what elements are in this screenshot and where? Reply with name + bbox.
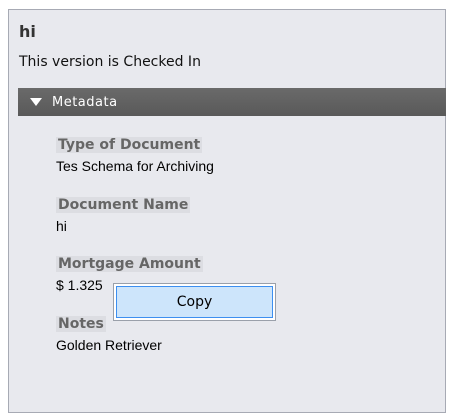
field-document-name: Document Name hi (56, 194, 191, 234)
field-label: Type of Document (56, 137, 203, 153)
field-label: Mortgage Amount (56, 256, 203, 272)
version-status: This version is Checked In (19, 54, 201, 70)
metadata-section-label: Metadata (52, 94, 118, 110)
field-type-of-document: Type of Document Tes Schema for Archivin… (56, 134, 214, 174)
metadata-section-header[interactable]: Metadata (18, 88, 446, 116)
field-value: Tes Schema for Archiving (56, 158, 214, 174)
expand-triangle-icon[interactable] (30, 98, 42, 106)
field-value: Golden Retriever (56, 337, 162, 353)
document-details-panel: hi This version is Checked In Metadata T… (8, 9, 446, 413)
field-label: Document Name (56, 197, 191, 213)
field-label: Notes (56, 316, 106, 332)
document-title: hi (19, 22, 36, 41)
context-menu: Copy (113, 283, 276, 321)
copy-menu-item[interactable]: Copy (116, 286, 273, 318)
field-value: hi (56, 218, 67, 234)
